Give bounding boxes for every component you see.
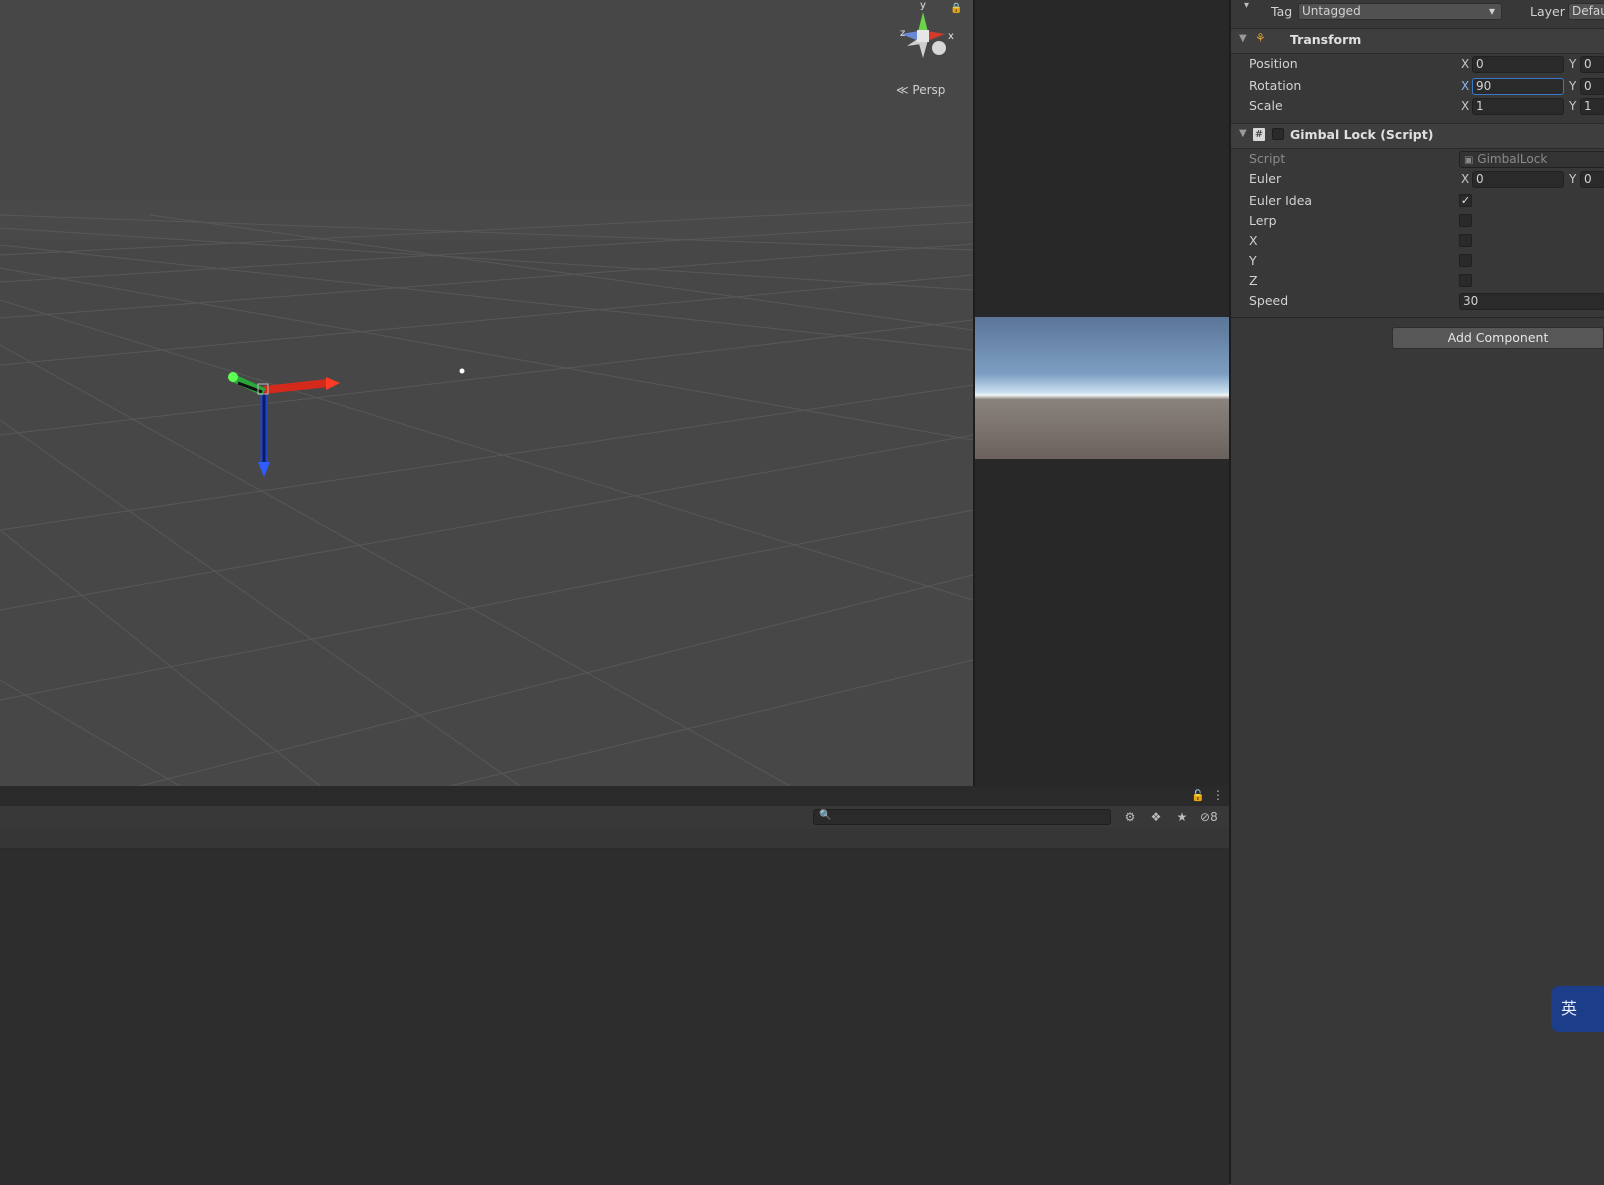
chevron-down-icon: ▾ bbox=[1488, 4, 1495, 18]
euler-x-label: X bbox=[1461, 172, 1470, 186]
speed-label: Speed bbox=[1249, 293, 1289, 308]
component-enabled-checkbox[interactable] bbox=[1272, 128, 1284, 140]
gizmo-x-label: x bbox=[948, 31, 954, 42]
lerp-label: Lerp bbox=[1249, 213, 1277, 228]
tag-value: Untagged bbox=[1302, 4, 1361, 18]
ime-language-label: 英 bbox=[1561, 999, 1578, 1018]
lerp-checkbox[interactable] bbox=[1459, 214, 1472, 227]
search-icon: 🔍 bbox=[819, 810, 832, 821]
light-marker[interactable] bbox=[459, 368, 465, 374]
transform-component-header[interactable]: ▼ ⚘ Transform bbox=[1231, 28, 1604, 54]
script-field[interactable]: ▣ GimbalLock bbox=[1459, 151, 1604, 168]
gimbal-lock-component-header[interactable]: ▼ # Gimbal Lock (Script) bbox=[1231, 123, 1604, 149]
x-toggle-checkbox[interactable] bbox=[1459, 234, 1472, 247]
breadcrumb bbox=[0, 828, 1229, 849]
gizmo-z-label: z bbox=[900, 28, 905, 39]
static-dropdown-icon[interactable]: ▾ bbox=[1244, 0, 1249, 11]
panel-menu-icon[interactable]: ⋮ bbox=[1212, 788, 1224, 802]
project-panel-tab-bar bbox=[0, 786, 1229, 807]
hidden-count: 8 bbox=[1210, 810, 1218, 824]
projection-toggle[interactable]: ≪ Persp bbox=[896, 83, 945, 97]
scale-x-field[interactable]: 1 bbox=[1472, 98, 1564, 115]
scale-y-field[interactable]: 1 bbox=[1580, 98, 1604, 115]
z-toggle-label: Z bbox=[1249, 273, 1258, 288]
scene-grid bbox=[0, 200, 973, 786]
x-toggle-label: X bbox=[1249, 233, 1258, 248]
foldout-arrow-icon: ▼ bbox=[1239, 128, 1247, 139]
transform-icon: ⚘ bbox=[1255, 31, 1266, 45]
rotation-label: Rotation bbox=[1249, 78, 1302, 93]
position-y-field[interactable]: 0 bbox=[1580, 56, 1604, 73]
position-y-label: Y bbox=[1569, 57, 1577, 71]
euler-y-label: Y bbox=[1569, 172, 1577, 186]
script-value: GimbalLock bbox=[1477, 152, 1548, 166]
search-input[interactable]: 🔍 bbox=[813, 809, 1111, 825]
script-label: Script bbox=[1249, 151, 1286, 166]
projection-label: Persp bbox=[912, 83, 946, 97]
gizmo-y-label: y bbox=[920, 0, 926, 11]
script-file-icon: ▣ bbox=[1464, 155, 1474, 166]
transform-gizmo[interactable] bbox=[228, 372, 340, 477]
add-component-button[interactable]: Add Component bbox=[1392, 327, 1604, 349]
component-divider bbox=[1231, 317, 1604, 318]
scale-label: Scale bbox=[1249, 98, 1283, 113]
eye-slash-icon: ⊘ bbox=[1200, 810, 1211, 824]
rotation-y-field[interactable]: 0 bbox=[1580, 78, 1604, 95]
y-toggle-label: Y bbox=[1249, 253, 1257, 268]
gimbal-lock-title: Gimbal Lock (Script) bbox=[1290, 127, 1434, 142]
euler-label: Euler bbox=[1249, 171, 1282, 186]
rotation-y-label: Y bbox=[1569, 79, 1577, 93]
foldout-arrow-icon: ▼ bbox=[1239, 33, 1247, 44]
position-label: Position bbox=[1249, 56, 1298, 71]
transform-title: Transform bbox=[1290, 32, 1362, 47]
camera-preview bbox=[975, 317, 1229, 459]
euler-x-field[interactable]: 0 bbox=[1472, 171, 1564, 188]
layer-label: Layer bbox=[1530, 4, 1565, 19]
tag-dropdown[interactable]: Untagged ▾ bbox=[1298, 3, 1502, 20]
tag-label: Tag bbox=[1271, 4, 1293, 19]
euler-y-field[interactable]: 0 bbox=[1580, 171, 1604, 188]
euler-idea-label: Euler Idea bbox=[1249, 193, 1313, 208]
orientation-gizmo[interactable]: y x z bbox=[887, 0, 959, 72]
euler-idea-checkbox[interactable]: ✓ bbox=[1459, 194, 1472, 207]
scale-y-label: Y bbox=[1569, 99, 1577, 113]
position-x-label: X bbox=[1461, 57, 1470, 71]
ime-indicator[interactable]: 英 bbox=[1551, 986, 1604, 1032]
z-toggle-checkbox[interactable] bbox=[1459, 274, 1472, 287]
y-toggle-checkbox[interactable] bbox=[1459, 254, 1472, 267]
filter-by-type-icon[interactable]: ⚙ bbox=[1119, 808, 1141, 826]
chevron-left-icon: ≪ bbox=[896, 83, 909, 97]
filter-by-label-icon[interactable]: ❖ bbox=[1145, 808, 1167, 826]
position-x-field[interactable]: 0 bbox=[1472, 56, 1564, 73]
scale-x-label: X bbox=[1461, 99, 1470, 113]
rotation-x-field[interactable]: 90 bbox=[1472, 78, 1564, 95]
favorite-star-icon[interactable]: ★ bbox=[1171, 808, 1193, 826]
layer-value: Defau bbox=[1572, 4, 1604, 18]
checkmark-icon: ✓ bbox=[1460, 194, 1471, 207]
scene-view[interactable]: y x z 🔒 ≪ Persp bbox=[0, 0, 973, 786]
layer-dropdown[interactable]: Defau bbox=[1568, 3, 1604, 20]
panel-lock-icon[interactable]: 🔓 bbox=[1191, 789, 1205, 802]
hidden-packages-toggle[interactable]: ⊘8 bbox=[1200, 808, 1228, 826]
speed-field[interactable]: 30 bbox=[1459, 293, 1604, 310]
script-hash-icon: # bbox=[1253, 128, 1265, 141]
lock-icon[interactable]: 🔒 bbox=[950, 3, 962, 14]
rotation-x-label: X bbox=[1461, 79, 1470, 93]
